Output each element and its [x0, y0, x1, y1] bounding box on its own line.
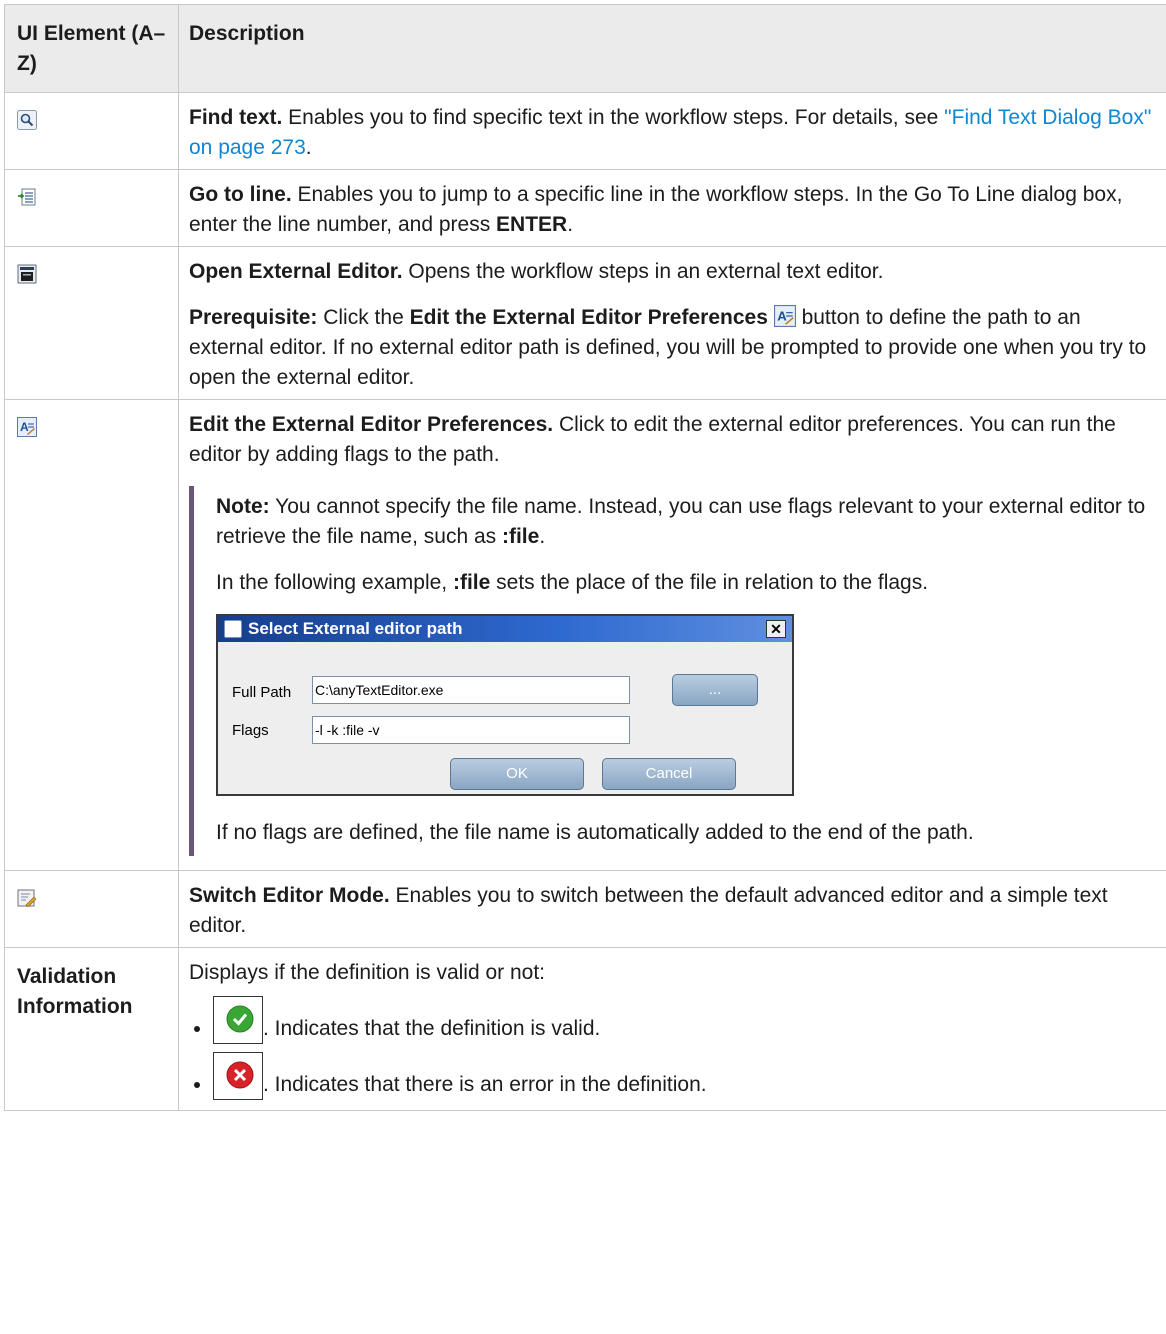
dialog-title-bar: Select External editor path ✕ [218, 616, 792, 642]
prerequisite-text: Click the [317, 306, 410, 329]
note-block: Note: You cannot specify the file name. … [189, 486, 1154, 856]
find-text-title: Find text. [189, 106, 283, 129]
find-text-body: Enables you to find specific text in the… [282, 106, 945, 129]
external-editor-icon [17, 264, 37, 284]
valid-check-icon [213, 996, 263, 1044]
close-icon[interactable]: ✕ [766, 620, 786, 638]
validation-intro: Displays if the definition is valid or n… [189, 961, 546, 984]
flags-label: Flags [232, 722, 269, 739]
validation-information-label: Validation Information [4, 947, 179, 1111]
switch-editor-mode-title: Switch Editor Mode. [189, 884, 390, 907]
full-path-label: Full Path [232, 684, 292, 701]
editor-preferences-title: Edit the External Editor Preferences. [189, 413, 554, 436]
flags-field[interactable]: -l -k :file -v [312, 716, 630, 744]
note-flag: :file [501, 525, 540, 548]
header-ui-element: UI Element (A–Z) [4, 4, 179, 93]
table-row: Switch Editor Mode. Enables you to switc… [4, 870, 1166, 948]
find-text-period: . [305, 136, 312, 159]
go-to-line-description: Go to line. Enables you to jump to a spe… [189, 180, 1154, 240]
valid-text: . Indicates that the definition is valid… [263, 1017, 601, 1040]
go-to-line-icon [18, 188, 36, 206]
prerequisite-label: Prerequisite: [189, 306, 318, 329]
dialog-title: Select External editor path [248, 619, 463, 638]
note-text: You cannot specify the file name. Instea… [216, 495, 1146, 548]
editor-preferences-description: Edit the External Editor Preferences. Cl… [189, 410, 1154, 470]
example-flag: :file [452, 571, 491, 594]
browse-button[interactable]: ... [672, 674, 758, 706]
table-header-row: UI Element (A–Z) Description [4, 4, 1166, 93]
open-external-editor-description: Open External Editor. Opens the workflow… [189, 257, 1154, 287]
ok-button[interactable]: OK [450, 758, 584, 790]
prerequisite-button-name: Edit the External Editor Preferences [409, 306, 768, 329]
svg-text:A: A [777, 308, 787, 323]
find-text-description: Find text. Enables you to find specific … [189, 103, 1154, 163]
go-to-line-period: . [567, 213, 574, 236]
example-text: In the following example, [216, 571, 453, 594]
switch-editor-mode-icon [17, 889, 37, 908]
note-period: . [539, 525, 546, 548]
prerequisite-paragraph: Prerequisite: Click the Edit the Externa… [189, 303, 1154, 393]
editor-preferences-icon: A [773, 305, 796, 327]
example-text-end: sets the place of the file in relation t… [490, 571, 929, 594]
error-x-icon [213, 1052, 263, 1100]
open-external-editor-body: Opens the workflow steps in an external … [402, 260, 884, 283]
note-paragraph: Note: You cannot specify the file name. … [216, 492, 1154, 552]
enter-key-label: ENTER [496, 213, 568, 236]
table-row: Open External Editor. Opens the workflow… [4, 246, 1166, 400]
error-text: . Indicates that there is an error in th… [263, 1073, 707, 1096]
validation-list: . Indicates that the definition is valid… [189, 996, 1154, 1100]
magnifier-icon [17, 110, 37, 131]
ui-elements-table: UI Element (A–Z) Description Find text. … [4, 4, 1166, 1111]
go-to-line-body: Enables you to jump to a specific line i… [189, 183, 1123, 236]
list-item: . Indicates that the definition is valid… [213, 996, 1154, 1044]
editor-preferences-icon: A [17, 417, 37, 438]
full-path-field[interactable]: C:\anyTextEditor.exe [312, 676, 630, 704]
list-item: . Indicates that there is an error in th… [213, 1052, 1154, 1100]
no-flags-paragraph: If no flags are defined, the file name i… [216, 821, 974, 844]
table-row: A Edit the External Editor Preferences. … [4, 399, 1166, 871]
open-external-editor-title: Open External Editor. [189, 260, 403, 283]
table-row: Find text. Enables you to find specific … [4, 92, 1166, 170]
java-app-icon [224, 620, 242, 638]
header-description: Description [178, 4, 1166, 93]
cancel-button[interactable]: Cancel [602, 758, 736, 790]
svg-text:A: A [20, 420, 29, 434]
example-paragraph: In the following example, :file sets the… [216, 568, 1154, 598]
go-to-line-title: Go to line. [189, 183, 292, 206]
table-row: Validation Information Displays if the d… [4, 947, 1166, 1111]
note-label: Note: [216, 495, 270, 518]
table-row: Go to line. Enables you to jump to a spe… [4, 169, 1166, 247]
switch-editor-mode-description: Switch Editor Mode. Enables you to switc… [189, 881, 1154, 941]
select-external-editor-dialog: Select External editor path ✕ Full Path … [216, 614, 794, 796]
